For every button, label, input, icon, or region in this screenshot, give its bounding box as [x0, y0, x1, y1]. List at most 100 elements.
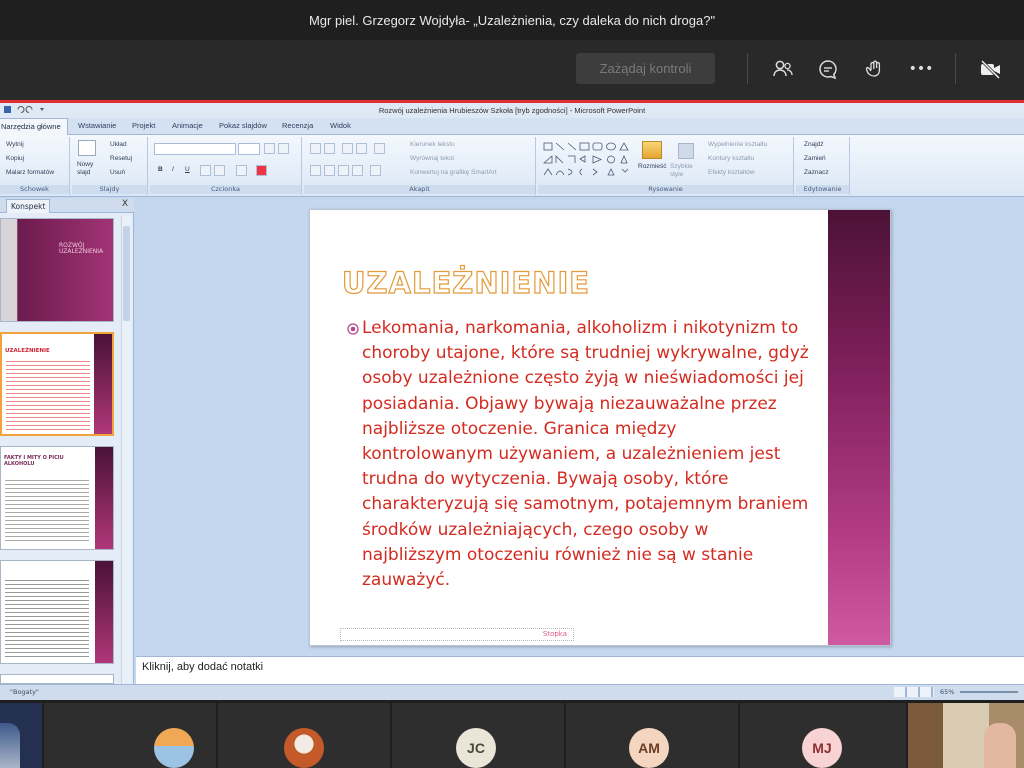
new-slide-button[interactable]: Nowy slajd	[77, 161, 103, 177]
slide-thumbnail-4[interactable]	[0, 560, 114, 664]
align-left-button[interactable]	[310, 165, 321, 176]
participant-tile[interactable]: JC	[392, 703, 564, 768]
participant-tile[interactable]: AM	[566, 703, 738, 768]
indent-dec-button[interactable]	[342, 143, 353, 154]
zoom-level: 65%	[940, 688, 955, 696]
thumbnail-text-lines	[5, 477, 89, 543]
tab-insert[interactable]: Wstawianie	[78, 121, 116, 130]
participant-tile[interactable]	[44, 703, 216, 768]
chat-icon[interactable]	[815, 56, 841, 82]
panel-tabs: Konspekt X	[0, 198, 134, 213]
grow-font-button[interactable]	[264, 143, 275, 154]
text-direction-button[interactable]: Kierunek tekstu	[410, 141, 455, 148]
avatar: JC	[456, 728, 496, 768]
change-case-button[interactable]	[236, 165, 247, 176]
paragraph-group: Kierunek tekstu Wyrównaj tekst Konwertuj…	[304, 137, 536, 195]
columns-button[interactable]	[370, 165, 381, 176]
zoom-slider[interactable]	[960, 691, 1018, 693]
bar-divider	[955, 53, 956, 84]
current-slide[interactable]: UZALEŻNIENIE Lekomania, narkomania, alko…	[309, 209, 891, 646]
line-spacing-button[interactable]	[374, 143, 385, 154]
editing-group: Znajdź Zamień Zaznacz Edytowanie	[796, 137, 850, 195]
shape-outline-button[interactable]: Kontury kształtu	[708, 155, 754, 162]
tab-slideshow[interactable]: Pokaz slajdów	[219, 121, 267, 130]
editing-label: Edytowanie	[796, 185, 849, 194]
cut-button[interactable]: Wytnij	[6, 141, 24, 148]
font-name-input[interactable]	[154, 143, 236, 155]
status-bar: "Bogaty" 65%	[0, 684, 1024, 700]
ribbon-tabs: Narzędzia główne Wstawianie Projekt Anim…	[0, 118, 1024, 135]
reactions-icon[interactable]	[861, 56, 887, 82]
thumbnail-band	[94, 334, 112, 434]
participant-tile[interactable]	[218, 703, 390, 768]
font-color-button[interactable]	[256, 165, 267, 176]
participant-video[interactable]	[908, 703, 1024, 768]
copy-button[interactable]: Kopiuj	[6, 155, 24, 162]
scrollbar-thumb[interactable]	[123, 226, 130, 321]
arrange-icon	[642, 141, 662, 159]
font-label: Czcionka	[150, 185, 301, 194]
tab-design[interactable]: Projekt	[132, 121, 155, 130]
tab-view[interactable]: Widok	[330, 121, 351, 130]
more-options-icon[interactable]: •••	[908, 56, 934, 82]
thumbnail-title: FAKTY I MITY O PICIU ALKOHOLU	[4, 455, 64, 467]
participant-tile[interactable]: MJ	[740, 703, 906, 768]
meeting-title: Mgr piel. Grzegorz Wojdyła- „Uzależnieni…	[0, 0, 1024, 40]
layout-button[interactable]: Układ	[110, 141, 127, 148]
indent-inc-button[interactable]	[356, 143, 367, 154]
camera-off-icon[interactable]	[978, 56, 1004, 82]
clear-format-button[interactable]	[278, 143, 289, 154]
tab-review[interactable]: Recenzja	[282, 121, 313, 130]
theme-name: "Bogaty"	[10, 688, 39, 696]
notes-pane[interactable]: Kliknij, aby dodać notatki	[136, 656, 1024, 684]
format-painter-button[interactable]: Malarz formatów	[6, 169, 54, 176]
participant-tile[interactable]	[0, 703, 42, 768]
tab-animations[interactable]: Animacje	[172, 121, 203, 130]
thumbnail-band	[95, 561, 113, 663]
slide-thumbnail-1[interactable]: ROZWÓJ UZALEŻNIENIA	[0, 218, 114, 322]
numbering-button[interactable]	[324, 143, 335, 154]
shape-fill-button[interactable]: Wypełnienie kształtu	[708, 141, 767, 148]
panel-scrollbar[interactable]	[121, 216, 131, 684]
quick-styles-button[interactable]: Szybkie style	[670, 163, 704, 179]
bold-button[interactable]: B	[158, 166, 163, 173]
underline-button[interactable]: U	[185, 166, 190, 173]
align-center-button[interactable]	[324, 165, 335, 176]
close-icon[interactable]: X	[122, 199, 128, 209]
participant-video-person	[984, 723, 1016, 768]
tab-outline[interactable]: Konspekt	[6, 199, 51, 213]
spacing-button[interactable]	[214, 165, 225, 176]
shapes-gallery[interactable]	[542, 141, 636, 179]
smartart-button[interactable]: Konwertuj na grafikę SmartArt	[410, 169, 497, 176]
shadow-button[interactable]	[200, 165, 211, 176]
replace-button[interactable]: Zamień	[804, 155, 826, 162]
paragraph-label: Akapit	[304, 185, 535, 194]
powerpoint-window-title: Rozwój uzależnienia Hrubieszów Szkoła [t…	[0, 103, 1024, 118]
align-right-button[interactable]	[338, 165, 349, 176]
delete-slide-button[interactable]: Usuń	[110, 169, 125, 176]
arrange-button[interactable]: Rozmieść	[638, 163, 667, 170]
shape-effects-button[interactable]: Efekty kształtów	[708, 169, 755, 176]
bullets-button[interactable]	[310, 143, 321, 154]
reset-button[interactable]: Resetuj	[110, 155, 132, 162]
view-buttons[interactable]	[894, 687, 934, 697]
slide-thumbnail-3[interactable]: FAKTY I MITY O PICIU ALKOHOLU	[0, 446, 114, 550]
font-size-input[interactable]	[238, 143, 260, 155]
find-button[interactable]: Znajdź	[804, 141, 824, 148]
participants-icon[interactable]	[770, 56, 796, 82]
request-control-button[interactable]: Zażądaj kontroli	[576, 53, 715, 84]
quick-access-toolbar[interactable]	[4, 105, 64, 116]
tab-home[interactable]: Narzędzia główne	[0, 118, 68, 135]
avatar	[284, 728, 324, 768]
slide-thumbnail-5[interactable]	[0, 674, 114, 684]
ribbon: Wytnij Kopiuj Malarz formatów Schowek No…	[0, 135, 1024, 197]
slide-thumbnail-2[interactable]: UZALEŻNIENIE	[0, 332, 114, 436]
justify-button[interactable]	[352, 165, 363, 176]
drawing-label: Rysowanie	[538, 185, 793, 194]
select-button[interactable]: Zaznacz	[804, 169, 829, 176]
bullet-icon	[347, 323, 359, 335]
align-text-button[interactable]: Wyrównaj tekst	[410, 155, 454, 162]
slide-body-text: Lekomania, narkomania, alkoholizm i niko…	[362, 318, 809, 591]
slides-group: Nowy slajd Układ Resetuj Usuń Slajdy	[72, 137, 148, 195]
italic-button[interactable]: I	[172, 166, 174, 173]
